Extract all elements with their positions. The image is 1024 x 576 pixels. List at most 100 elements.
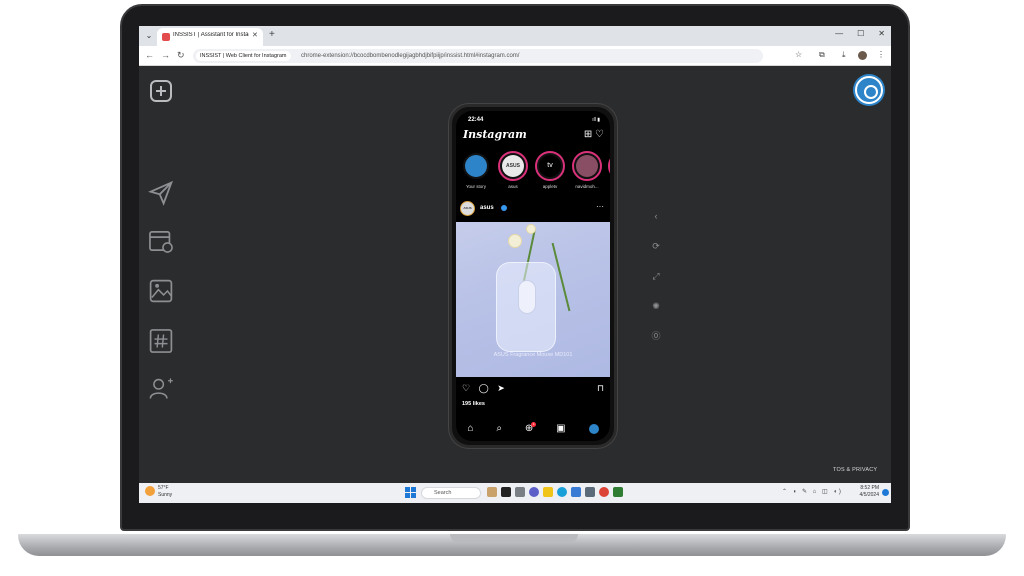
menu-kebab-icon[interactable]: ⋮ [877,50,885,59]
taskbar-app-icon[interactable] [585,487,595,497]
taskbar-app-icon[interactable] [501,487,511,497]
expand-icon[interactable]: ⤢ [649,269,663,283]
tab-close-icon[interactable]: ✕ [252,31,258,39]
bookmark-star-icon[interactable]: ☆ [795,50,802,59]
story-name: navidmoh... [575,184,599,189]
story-item[interactable]: r [608,151,610,189]
weather-sun-icon[interactable] [145,486,155,496]
browser-tab[interactable]: INSSIST | Assistant for Instagram ✕ [157,28,263,46]
settings-icon[interactable]: ⓪ [649,329,663,343]
stories-row: Your story ASUS asus tv appletv navidmoh… [460,151,610,193]
status-signal: ıll ▮ [592,117,600,123]
taskbar-app-icon[interactable] [543,487,553,497]
story-item[interactable]: navidmoh... [571,151,603,189]
calendar-icon[interactable] [148,228,174,254]
post-more-icon[interactable]: ··· [596,202,604,211]
browser-toolbar: ← → ↻ INSSIST | Web Client for Instagram… [139,46,891,66]
nav-badge: 1 [531,422,537,427]
like-heart-icon[interactable]: ♡ [462,383,470,393]
tab-title: INSSIST | Assistant for Instagram [173,32,249,38]
reels-icon[interactable]: ⊕ 1 [525,422,537,434]
refresh-icon[interactable]: ⟳ [649,239,663,253]
tab-search-icon[interactable]: ⌄ [143,30,155,42]
minimize-button[interactable]: — [835,29,843,38]
post-actions: ♡ ◯ ➤ ⊓ [462,383,604,395]
screen: ⌄ INSSIST | Assistant for Instagram ✕ + … [139,26,891,503]
clock-time: 8:52 PM [860,485,879,491]
chrome-icon[interactable] [599,487,609,497]
clock[interactable]: 8:52 PM 4/5/2024 [860,485,879,499]
share-icon[interactable]: ➤ [497,383,505,393]
inssist-app: ‹ ⟳ ⤢ ✺ ⓪ 22:44 ıll ▮ Instagram ⊞ ♡ Your… [139,67,891,483]
post-username[interactable]: asus [480,205,494,211]
activity-heart-icon[interactable]: ♡ [595,129,604,140]
download-icon[interactable]: ⤓ [842,50,846,60]
new-tab-button[interactable]: + [269,29,275,40]
taskbar-search[interactable]: Search [421,487,481,499]
forward-icon[interactable]: → [161,50,170,60]
maximize-button[interactable]: ☐ [857,29,864,38]
ig-top-actions: ⊞ ♡ [584,129,604,140]
post-header: ASUS asus ··· [460,201,606,217]
laptop-notch [450,534,578,543]
taskbar-app-icon[interactable] [613,487,623,497]
story-name: r [608,184,610,189]
profile-avatar[interactable] [588,423,599,434]
reload-icon[interactable]: ↻ [177,50,185,61]
story-name: asus [508,184,518,189]
home-icon[interactable]: ⌂ [467,423,473,434]
windows-taskbar: 57°F Sunny ⌕ Search ⌃ ◖ ✎ ⌂ ◫ ◖) 8:52 PM… [139,483,891,503]
extensions-icon[interactable]: ⧉ [819,50,825,60]
story-name: appletv [542,184,558,189]
post-image[interactable]: ASUS Fragrance Mouse MD101 [456,222,610,377]
flower [508,234,522,248]
flower [526,224,536,234]
laptop-frame: ⌄ INSSIST | Assistant for Instagram ✕ + … [0,0,1024,576]
address-bar[interactable]: INSSIST | Web Client for Instagram chrom… [193,49,763,63]
brightness-icon[interactable]: ✺ [649,299,663,313]
tos-privacy-link[interactable]: TOS & PRIVACY [833,467,877,473]
system-tray-icons[interactable]: ⌃ ◖ ✎ ⌂ ◫ ◖) [782,488,843,495]
verified-badge-icon [501,205,507,211]
comment-icon[interactable]: ◯ [479,383,489,393]
site-info-chip[interactable]: INSSIST | Web Client for Instagram [196,51,291,61]
send-icon[interactable] [148,180,174,206]
add-post-icon[interactable] [144,72,172,102]
gallery-icon[interactable] [148,278,174,304]
windows-start-icon[interactable] [405,487,416,498]
story-item[interactable]: Your story [460,151,492,189]
save-bookmark-icon[interactable]: ⊓ [597,383,604,394]
taskbar-app-icon[interactable] [487,487,497,497]
story-avatar [461,151,491,181]
shop-icon[interactable]: ▣ [556,423,565,434]
url-text[interactable]: chrome-extension://bcocdbombenodlegijagb… [301,51,519,61]
taskbar-app-icon[interactable] [515,487,525,497]
notification-icon[interactable] [882,489,889,496]
create-icon[interactable]: ⊞ [584,129,592,140]
likes-count[interactable]: 195 likes [462,401,485,407]
edge-browser-icon[interactable] [557,487,567,497]
story-item[interactable]: ASUS asus [497,151,529,189]
weather-widget[interactable]: 57°F Sunny [158,485,172,499]
story-item[interactable]: tv appletv [534,151,566,189]
phone-frame: 22:44 ıll ▮ Instagram ⊞ ♡ Your story ASU… [449,104,617,448]
search-icon[interactable]: ⌕ [496,423,502,434]
story-avatar: ASUS [498,151,528,181]
clock-date: 4/5/2024 [859,492,879,498]
mouse-product [518,280,536,314]
hashtag-icon[interactable] [148,328,174,354]
taskbar-app-icon[interactable] [529,487,539,497]
back-icon[interactable]: ← [145,50,154,60]
story-avatar: tv [535,151,565,181]
ig-bottom-nav: ⌂ ⌕ ⊕ 1 ▣ [456,416,610,441]
back-arrow-icon[interactable]: ‹ [649,209,663,223]
post-avatar[interactable]: ASUS [460,201,475,216]
taskbar-app-icon[interactable] [571,487,581,497]
close-window-button[interactable]: ✕ [878,29,885,38]
inssist-logo-icon[interactable] [855,76,883,104]
user-add-icon[interactable] [148,376,174,402]
status-time: 22:44 [468,117,484,123]
tab-strip: ⌄ INSSIST | Assistant for Instagram ✕ + … [139,26,891,46]
weather-temp: 57°F [158,485,169,491]
profile-avatar[interactable] [858,51,867,60]
